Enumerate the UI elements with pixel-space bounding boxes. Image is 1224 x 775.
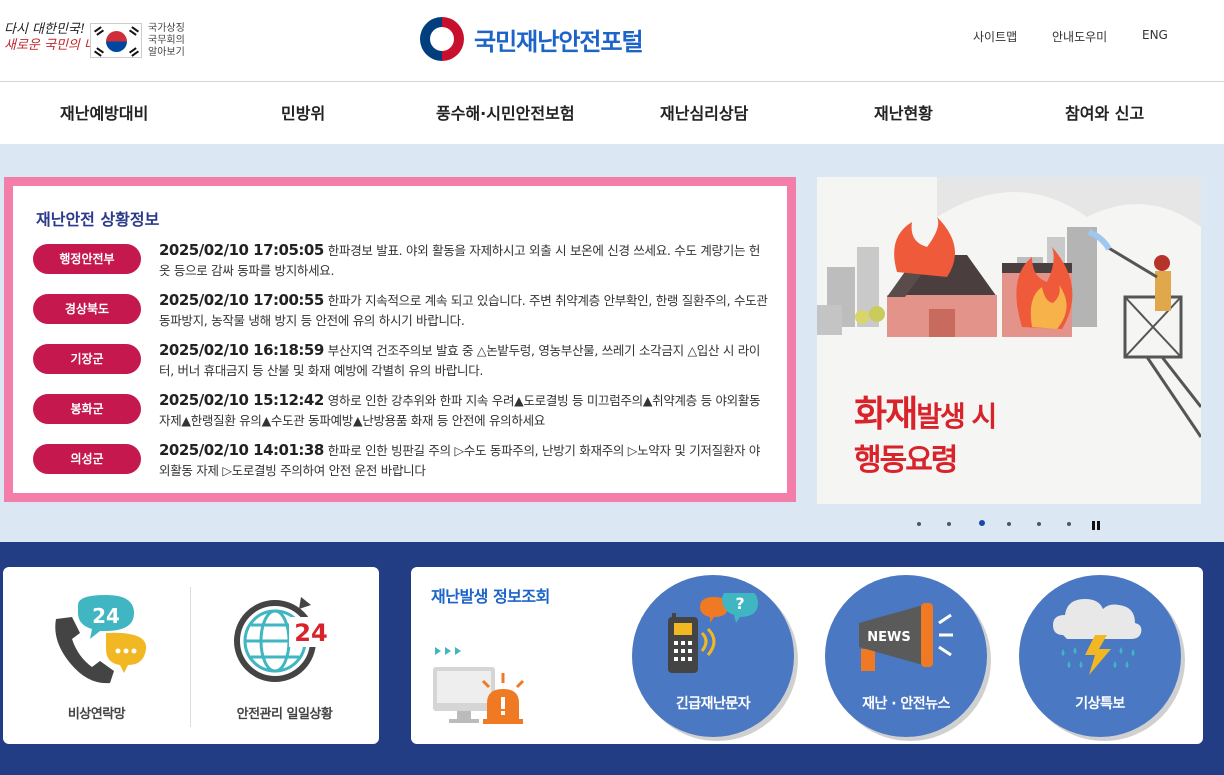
agency-badge: 기장군 bbox=[33, 344, 141, 374]
trigram-icon bbox=[129, 47, 139, 57]
slide-dot-3[interactable] bbox=[979, 520, 985, 526]
situation-item[interactable]: 기장군 2025/02/10 16:18:59 부산지역 건조주의보 발효 중 △… bbox=[33, 340, 773, 384]
banner-title: 화재발생 시 bbox=[854, 385, 997, 437]
main-navigation: 재난예방대비 민방위 풍수해·시민안전보험 재난심리상담 재난현황 참여와 신고 bbox=[0, 82, 1224, 144]
slide-pause-button[interactable] bbox=[1090, 519, 1102, 531]
phone-24-icon: 24 bbox=[55, 595, 147, 684]
nav-civil-defense[interactable]: 민방위 bbox=[281, 100, 325, 124]
situation-time: 2025/02/10 16:18:59 bbox=[159, 341, 324, 359]
government-slogan[interactable]: 다시 대한민국! 새로운 국민의 나라 bbox=[4, 22, 108, 58]
situation-item[interactable]: 행정안전부 2025/02/10 17:05:05 한파경보 발표. 야외 활동을… bbox=[33, 240, 773, 284]
situation-item[interactable]: 의성군 2025/02/10 14:01:38 한파로 인한 빙판길 주의 ▷수도… bbox=[33, 440, 773, 484]
gov-link-line: 국무회의 bbox=[148, 35, 185, 46]
daily-safety-status-link[interactable]: 24 안전관리 일일상황 bbox=[191, 567, 378, 744]
slide-dot-4[interactable] bbox=[1007, 522, 1011, 526]
banner-subtitle: 행동요령 bbox=[854, 443, 958, 478]
gov-link-line: 국가상징 bbox=[148, 23, 185, 34]
disaster-info-card: 재난발생 정보조회 ? 긴급재난문자 NEWS 재난 · 안전뉴스 기상특보 bbox=[411, 567, 1203, 744]
circle-button-label: 긴급재난문자 bbox=[675, 696, 751, 712]
quick-links-card: 24 비상연락망 24 안전관리 일일상황 bbox=[3, 567, 379, 744]
situation-time: 2025/02/10 15:12:42 bbox=[159, 391, 324, 409]
emergency-contacts-link[interactable]: 24 비상연락망 bbox=[3, 567, 190, 744]
monitor-alert-icon bbox=[433, 647, 525, 724]
english-link[interactable]: ENG bbox=[1142, 28, 1168, 42]
svg-text:24: 24 bbox=[294, 619, 327, 647]
banner-title-rest: 발생 시 bbox=[916, 400, 997, 433]
situation-text: 2025/02/10 17:05:05 한파경보 발표. 야외 활동을 자제하시고… bbox=[159, 240, 769, 281]
site-logo[interactable]: 국민재난안전포털 bbox=[420, 16, 644, 62]
quick-link-label: 비상연락망 bbox=[67, 707, 126, 722]
svg-text:24: 24 bbox=[92, 604, 120, 628]
walkie-talkie-icon: ? bbox=[668, 593, 758, 673]
agency-badge: 행정안전부 bbox=[33, 244, 141, 274]
situation-item[interactable]: 경상북도 2025/02/10 17:00:55 한파가 지속적으로 계속 되고 … bbox=[33, 290, 773, 334]
gov-link-line: 알아보기 bbox=[148, 47, 185, 58]
svg-text:NEWS: NEWS bbox=[867, 630, 910, 645]
situation-item[interactable]: 봉화군 2025/02/10 15:12:42 영하로 인한 강추위와 한파 지속… bbox=[33, 390, 773, 434]
weather-alert-button[interactable]: 기상특보 bbox=[1019, 575, 1181, 737]
national-symbols-link[interactable]: 국가상징 국무회의 알아보기 bbox=[148, 23, 196, 59]
fire-safety-banner[interactable]: 화재발생 시 행동요령 bbox=[817, 177, 1201, 504]
disaster-news-button[interactable]: NEWS 재난 · 안전뉴스 bbox=[825, 575, 987, 737]
circle-button-label: 재난 · 안전뉴스 bbox=[862, 696, 950, 712]
site-title: 국민재난안전포털 bbox=[474, 27, 644, 56]
svg-text:?: ? bbox=[735, 594, 744, 613]
slide-dot-2[interactable] bbox=[947, 522, 951, 526]
megaphone-news-icon: NEWS bbox=[859, 603, 953, 671]
situation-time: 2025/02/10 14:01:38 bbox=[159, 441, 324, 459]
situation-text: 2025/02/10 14:01:38 한파로 인한 빙판길 주의 ▷수도 동파주… bbox=[159, 440, 769, 481]
circle-button-label: 기상특보 bbox=[1075, 696, 1125, 712]
agency-badge: 경상북도 bbox=[33, 294, 141, 324]
slogan-line-2: 새로운 국민의 나라 bbox=[4, 38, 108, 53]
header-top-bar: 다시 대한민국! 새로운 국민의 나라 국가상징 국무회의 알아보기 국민재난안… bbox=[0, 0, 1224, 82]
nav-disaster-status[interactable]: 재난현황 bbox=[874, 100, 933, 124]
nav-flood-insurance[interactable]: 풍수해·시민안전보험 bbox=[436, 100, 575, 124]
situation-text: 2025/02/10 17:00:55 한파가 지속적으로 계속 되고 있습니다.… bbox=[159, 290, 769, 331]
situation-text: 2025/02/10 16:18:59 부산지역 건조주의보 발효 중 △논밭두렁… bbox=[159, 340, 769, 381]
storm-cloud-icon bbox=[1053, 599, 1142, 675]
globe-24-icon: 24 bbox=[234, 597, 335, 682]
agency-badge: 의성군 bbox=[33, 444, 141, 474]
sitemap-link[interactable]: 사이트맵 bbox=[973, 28, 1017, 45]
situation-title: 재난안전 상황정보 bbox=[36, 210, 160, 229]
slide-pagination bbox=[910, 516, 1110, 536]
slide-dot-1[interactable] bbox=[917, 522, 921, 526]
trigram-icon bbox=[94, 26, 104, 36]
slide-dot-6[interactable] bbox=[1067, 522, 1071, 526]
situation-text: 2025/02/10 15:12:42 영하로 인한 강추위와 한파 지속 우려▲… bbox=[159, 390, 769, 431]
taegukgi-flag-icon[interactable] bbox=[90, 23, 142, 58]
agency-badge: 봉화군 bbox=[33, 394, 141, 424]
safety-situation-panel: 재난안전 상황정보 행정안전부 2025/02/10 17:05:05 한파경보 … bbox=[4, 177, 796, 502]
site-header: 다시 대한민국! 새로운 국민의 나라 국가상징 국무회의 알아보기 국민재난안… bbox=[0, 0, 1224, 144]
nav-disaster-prevention[interactable]: 재난예방대비 bbox=[60, 100, 148, 124]
taeguk-logo-icon bbox=[420, 17, 464, 61]
slide-dot-5[interactable] bbox=[1037, 522, 1041, 526]
nav-psych-counseling[interactable]: 재난심리상담 bbox=[660, 100, 748, 124]
quick-link-label: 안전관리 일일상황 bbox=[236, 707, 333, 722]
disaster-info-title: 재난발생 정보조회 bbox=[431, 587, 550, 606]
trigram-icon bbox=[129, 26, 139, 36]
trigram-icon bbox=[94, 47, 104, 57]
emergency-text-button[interactable]: ? 긴급재난문자 bbox=[632, 575, 794, 737]
banner-title-big: 화재 bbox=[854, 394, 918, 435]
situation-time: 2025/02/10 17:00:55 bbox=[159, 291, 324, 309]
situation-time: 2025/02/10 17:05:05 bbox=[159, 241, 324, 259]
taeguk-symbol bbox=[106, 31, 127, 52]
slogan-line-1: 다시 대한민국! bbox=[4, 22, 86, 37]
nav-participation-report[interactable]: 참여와 신고 bbox=[1065, 100, 1144, 124]
help-guide-link[interactable]: 안내도우미 bbox=[1052, 28, 1107, 45]
